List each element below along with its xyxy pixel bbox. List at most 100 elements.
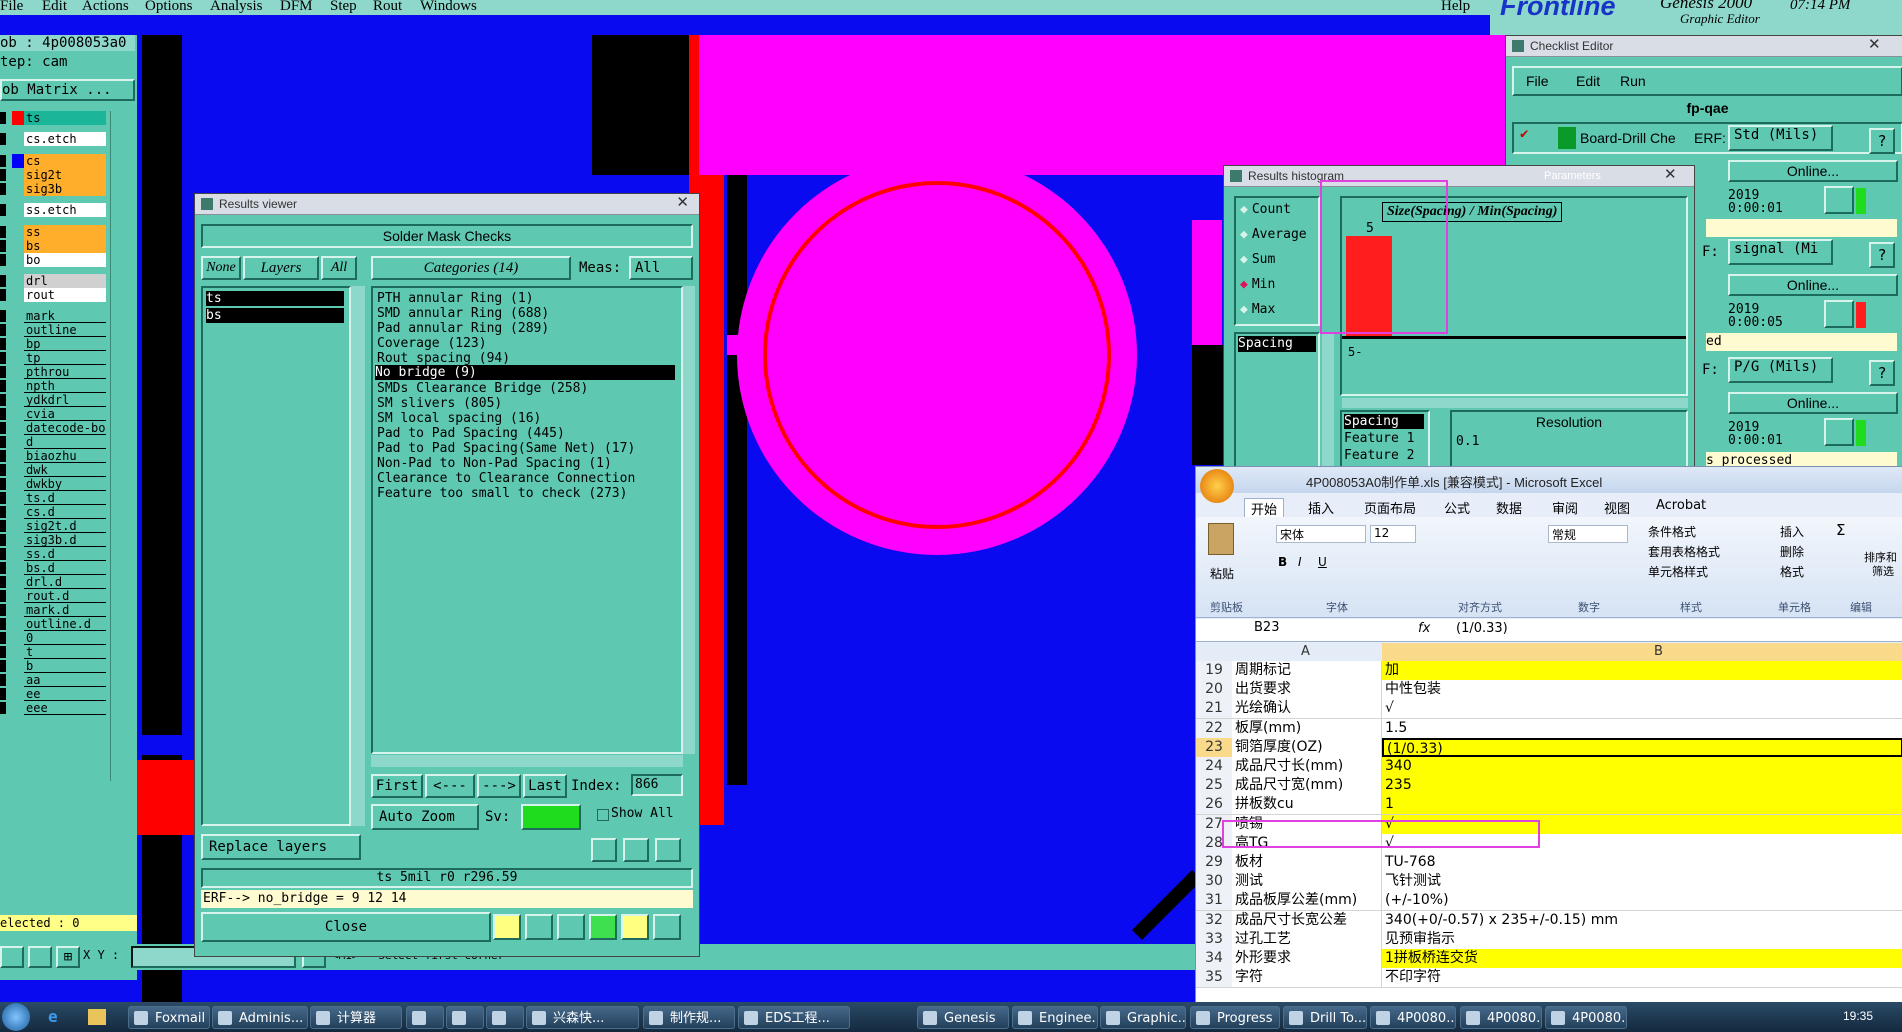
cell-b[interactable]: (+/-10%)	[1382, 891, 1902, 911]
cell-a[interactable]: 板厚(mm)	[1232, 718, 1382, 738]
first-button[interactable]: First	[371, 774, 423, 798]
layer-checkbox[interactable]	[0, 226, 6, 238]
cell-b[interactable]: √	[1382, 699, 1902, 719]
table-format-button[interactable]: 套用表格格式	[1648, 543, 1720, 560]
row-number[interactable]: 32	[1196, 910, 1232, 930]
layer-name[interactable]: rout.d	[24, 589, 106, 603]
taskbar-button[interactable]: Drill To...	[1283, 1006, 1367, 1029]
taskbar-button[interactable]: Graphic...	[1100, 1006, 1186, 1029]
layer-name[interactable]: tp	[24, 351, 106, 365]
taskbar-button[interactable]: Progress	[1190, 1006, 1280, 1029]
layer-row[interactable]: rout	[0, 288, 107, 302]
parameters-tab[interactable]: Parameters	[1544, 166, 1601, 186]
layer-name[interactable]: dwk	[24, 463, 106, 477]
layer-row[interactable]: npth	[0, 379, 107, 393]
row-number[interactable]: 34	[1196, 949, 1232, 968]
ribbon-tab[interactable]: 视图	[1604, 498, 1630, 517]
layer-checkbox[interactable]	[0, 548, 6, 560]
cell-a[interactable]: 测试	[1232, 872, 1382, 892]
taskbar-button[interactable]: 制作规...	[643, 1006, 735, 1029]
cell-style-button[interactable]: 单元格样式	[1648, 563, 1708, 580]
layer-row[interactable]: mark	[0, 309, 107, 323]
help-button-3[interactable]: ?	[1869, 360, 1895, 386]
sheet-row[interactable]: 33 过孔工艺 见预审指示	[1196, 929, 1902, 950]
taskbar-button[interactable]: Genesis	[917, 1006, 1009, 1029]
sheet-row[interactable]: 23 铜箔厚度(OZ) (1/0.33)	[1196, 737, 1902, 758]
param-item-spacing[interactable]: Spacing	[1238, 336, 1316, 352]
cell-a[interactable]: 光绘确认	[1232, 699, 1382, 719]
taskbar-button[interactable]: Adminis...	[212, 1006, 308, 1029]
tool-icon-2[interactable]	[28, 946, 52, 968]
tool-icon-c[interactable]	[557, 914, 585, 940]
cell-b[interactable]: (1/0.33)	[1382, 737, 1902, 757]
menu-analysis[interactable]: Analysis	[210, 0, 263, 15]
layer-name[interactable]: drl	[24, 274, 106, 288]
layer-row[interactable]: t	[0, 645, 107, 659]
layer-name[interactable]: sig2t	[24, 168, 106, 182]
layer-row[interactable]: rout.d	[0, 589, 107, 603]
help-button-2[interactable]: ?	[1869, 242, 1895, 268]
cond-format-button[interactable]: 条件格式	[1648, 523, 1696, 540]
layer-row[interactable]: pthrou	[0, 365, 107, 379]
layer-checkbox[interactable]	[0, 688, 6, 700]
all-button[interactable]: All	[321, 256, 357, 280]
layer-checkbox[interactable]	[0, 275, 6, 287]
ie-icon[interactable]: e	[48, 1008, 66, 1026]
layer-checkbox[interactable]	[0, 422, 6, 434]
layer-checkbox[interactable]	[0, 310, 6, 322]
row-number[interactable]: 24	[1196, 757, 1232, 776]
prev-button[interactable]: <---	[425, 774, 475, 798]
layer-checkbox[interactable]	[0, 562, 6, 574]
layer-name[interactable]: ydkdrl	[24, 393, 106, 407]
zoom-icon-2[interactable]	[1824, 300, 1854, 328]
cell-a[interactable]: 周期标记	[1232, 661, 1382, 680]
category-item[interactable]: No bridge (9)	[375, 365, 675, 380]
ref-icon[interactable]	[623, 838, 649, 862]
layer-row[interactable]: b	[0, 659, 107, 673]
last-button[interactable]: Last	[523, 774, 567, 798]
layer-name[interactable]: sig3b.d	[24, 533, 106, 547]
layer-name[interactable]: ee	[24, 687, 106, 701]
row-number[interactable]: 19	[1196, 661, 1232, 680]
cell-a[interactable]: 出货要求	[1232, 680, 1382, 700]
layer-checkbox[interactable]	[0, 492, 6, 504]
aggregate-radio[interactable]: ◆ Max	[1240, 302, 1275, 317]
sheet-row[interactable]: 19 周期标记加	[1196, 661, 1902, 681]
layer-row[interactable]: eee	[0, 701, 107, 715]
histogram-param-list[interactable]: Spacing	[1234, 332, 1320, 471]
tool-icon-b[interactable]	[525, 914, 553, 940]
layer-row[interactable]: datecode-bo	[0, 421, 107, 435]
taskbar-button[interactable]: 兴森快...	[526, 1006, 639, 1029]
menu-windows[interactable]: Windows	[420, 0, 477, 15]
row-number[interactable]: 29	[1196, 853, 1232, 872]
layer-row[interactable]: sig3b	[0, 182, 107, 196]
format-button[interactable]: 格式	[1780, 563, 1804, 580]
layer-row[interactable]: ydkdrl	[0, 393, 107, 407]
layer-item-bs[interactable]: bs	[206, 308, 344, 323]
menu-file[interactable]: File	[0, 0, 23, 15]
sheet-row[interactable]: 21 光绘确认 √	[1196, 699, 1902, 720]
number-format-select[interactable]: 常规	[1548, 525, 1628, 543]
layer-name[interactable]: eee	[24, 701, 106, 715]
layer-row[interactable]: dwk	[0, 463, 107, 477]
layer-row[interactable]: outline	[0, 323, 107, 337]
replace-layers-button[interactable]: Replace layers	[201, 834, 361, 860]
layer-checkbox[interactable]	[0, 352, 6, 364]
excel-titlebar[interactable]: 4P008053A0制作单.xls [兼容模式] - Microsoft Exc…	[1196, 467, 1902, 503]
layer-name[interactable]: bs.d	[24, 561, 106, 575]
layer-row[interactable]: outline.d	[0, 617, 107, 631]
layer-row[interactable]: bs.d	[0, 561, 107, 575]
layer-color-swatch[interactable]	[12, 154, 24, 168]
ribbon-tab[interactable]: 页面布局	[1364, 498, 1416, 517]
col-header-b[interactable]: B	[1654, 644, 1663, 659]
font-select[interactable]: 宋体	[1276, 525, 1366, 543]
feature2-item[interactable]: Feature 2	[1344, 448, 1414, 463]
sheet-row[interactable]: 24 成品尺寸长(mm) 340	[1196, 757, 1902, 777]
layer-row[interactable]: sig2t	[0, 168, 107, 182]
sv-dropdown[interactable]	[521, 804, 581, 830]
undo-icon[interactable]	[655, 838, 681, 862]
histogram-spacing-list[interactable]: Spacing Feature 1 Feature 2	[1340, 410, 1430, 470]
insert-button[interactable]: 插入	[1780, 523, 1804, 540]
start-button[interactable]	[2, 1003, 30, 1031]
layer-name[interactable]: mark	[24, 309, 106, 323]
